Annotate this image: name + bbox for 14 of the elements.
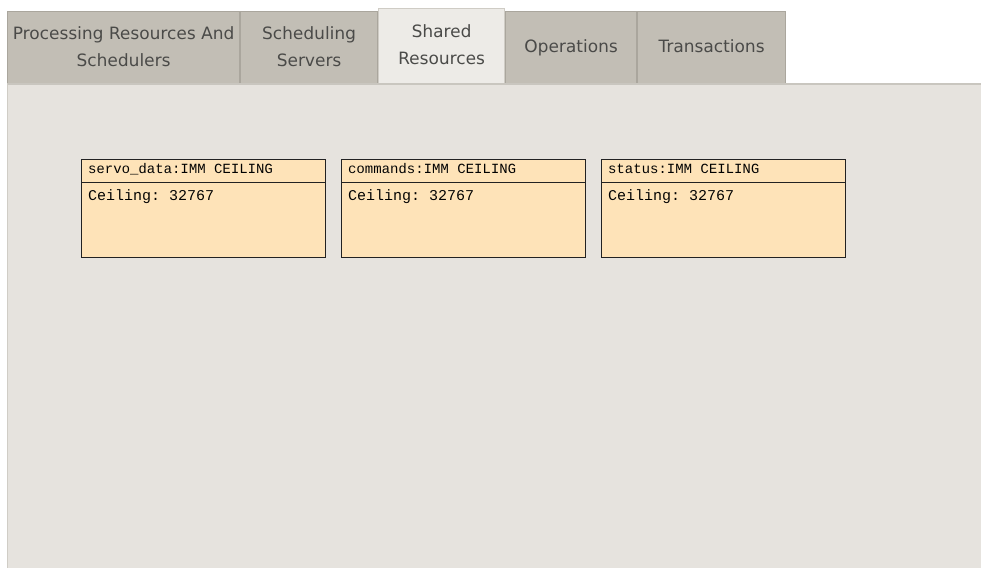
- resource-ceiling: Ceiling: 32767: [347, 187, 476, 207]
- resource-title: status:IMM CEILING: [602, 160, 845, 183]
- resource-title: servo_data:IMM CEILING: [82, 160, 325, 183]
- resource-ceiling: Ceiling: 32767: [607, 187, 736, 207]
- tab[interactable]: Shared Resources: [378, 8, 505, 83]
- resource-ceiling: Ceiling: 32767: [87, 187, 216, 207]
- resource-card[interactable]: status:IMM CEILING Ceiling: 32767: [601, 159, 846, 258]
- resource-card[interactable]: servo_data:IMM CEILING Ceiling: 32767: [81, 159, 326, 258]
- tab[interactable]: Processing Resources And Schedulers: [7, 11, 240, 83]
- resource-title: commands:IMM CEILING: [342, 160, 585, 183]
- resource-card[interactable]: commands:IMM CEILING Ceiling: 32767: [341, 159, 586, 258]
- tab[interactable]: Transactions: [637, 11, 786, 83]
- tab[interactable]: Scheduling Servers: [240, 11, 378, 83]
- tab[interactable]: Operations: [505, 11, 637, 83]
